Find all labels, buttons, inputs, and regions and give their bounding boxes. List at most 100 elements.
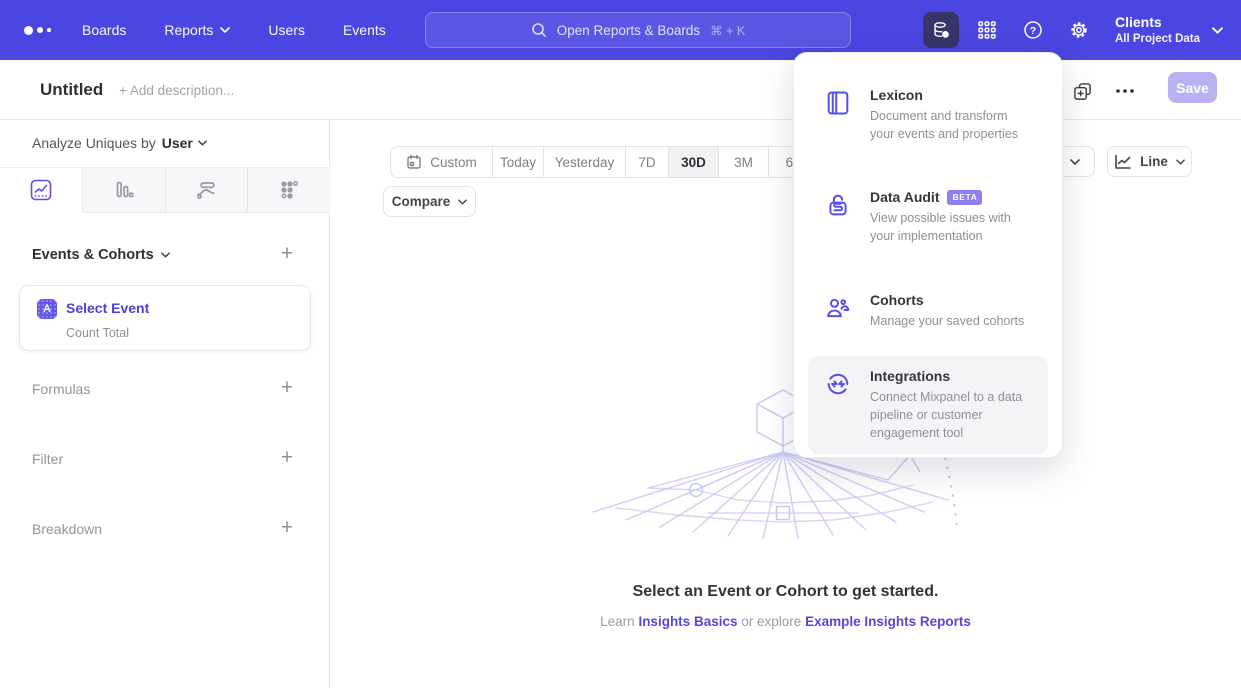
menu-item-data-audit[interactable]: Data Audit BETA View possible issues wit… — [808, 177, 1048, 257]
nav-boards[interactable]: Boards — [82, 22, 126, 38]
formulas-label: Formulas — [32, 381, 90, 397]
tab-bar-chart[interactable] — [83, 168, 166, 213]
database-gear-icon — [930, 19, 952, 41]
analyze-uniques-row: Analyze Uniques by User — [32, 135, 207, 151]
top-navigation: Boards Reports Users Events Open Reports… — [0, 0, 1241, 60]
line-chart-tab-icon — [30, 179, 52, 201]
analyze-entity-dropdown[interactable]: User — [162, 135, 207, 151]
project-switcher[interactable]: Clients All Project Data — [1115, 14, 1223, 46]
menu-item-integrations[interactable]: Integrations Connect Mixpanel to a data … — [808, 356, 1048, 454]
chart-type-dropdown[interactable]: Line — [1107, 146, 1192, 177]
learn-prefix: Learn — [600, 614, 635, 629]
range-today-label: Today — [500, 155, 536, 170]
apps-grid-button[interactable] — [969, 12, 1005, 48]
nav-users-label: Users — [268, 22, 305, 38]
chevron-down-icon — [198, 140, 207, 146]
range-today[interactable]: Today — [493, 147, 544, 177]
empty-state-subtitle: Learn Insights Basics or explore Example… — [330, 614, 1241, 629]
search-icon — [531, 22, 547, 38]
range-custom[interactable]: Custom — [391, 147, 493, 177]
range-3m[interactable]: 3M — [719, 147, 769, 177]
analyze-entity-value: User — [162, 135, 193, 151]
save-button[interactable]: Save — [1168, 72, 1217, 103]
search-placeholder: Open Reports & Boards — [557, 23, 700, 38]
duplicate-report-button[interactable] — [1072, 81, 1092, 101]
tab-metrics-grid[interactable] — [248, 168, 330, 213]
add-formula-button[interactable]: + — [276, 378, 298, 400]
org-name: Clients — [1115, 14, 1200, 32]
breakdown-label: Breakdown — [32, 521, 102, 537]
copy-plus-icon — [1073, 82, 1092, 101]
add-filter-button[interactable]: + — [276, 448, 298, 470]
nav-events-label: Events — [343, 22, 386, 38]
calendar-icon — [406, 154, 422, 170]
menu-item-desc: Document and transform your events and p… — [870, 107, 1032, 143]
nav-events[interactable]: Events — [343, 22, 386, 38]
chevron-down-icon — [161, 252, 170, 258]
data-audit-lock-icon — [824, 189, 854, 245]
chevron-down-icon — [458, 199, 467, 205]
chevron-down-icon — [1212, 27, 1223, 34]
menu-item-desc: View possible issues with your implement… — [870, 209, 1032, 245]
flow-tab-icon — [194, 179, 218, 201]
compare-dropdown[interactable]: Compare — [383, 186, 476, 217]
svg-text:?: ? — [1030, 25, 1036, 37]
lexicon-book-icon — [824, 87, 854, 143]
range-yesterday-label: Yesterday — [555, 155, 615, 170]
grid-dots-icon — [977, 20, 997, 40]
search-shortcut: ⌘ + K — [710, 23, 745, 38]
query-builder-sidebar: Analyze Uniques by User — [0, 120, 330, 688]
menu-item-desc: Manage your saved cohorts — [870, 312, 1024, 330]
more-options-button[interactable] — [1115, 81, 1135, 101]
chevron-down-icon — [1176, 159, 1185, 165]
beta-badge: BETA — [947, 190, 982, 205]
tab-flow[interactable] — [166, 168, 249, 213]
events-cohorts-label: Events & Cohorts — [32, 247, 154, 263]
data-management-button[interactable] — [923, 12, 959, 48]
nav-boards-label: Boards — [82, 22, 126, 38]
range-7d-label: 7D — [638, 155, 655, 170]
nav-reports[interactable]: Reports — [164, 22, 230, 38]
menu-item-desc: Connect Mixpanel to a data pipeline or c… — [870, 388, 1032, 442]
chevron-down-icon — [220, 27, 230, 33]
report-title[interactable]: Untitled — [40, 80, 103, 100]
global-search-input[interactable]: Open Reports & Boards ⌘ + K — [425, 12, 851, 48]
range-7d[interactable]: 7D — [626, 147, 669, 177]
events-cohorts-header[interactable]: Events & Cohorts — [32, 247, 170, 263]
chevron-down-icon — [1070, 159, 1080, 165]
help-button[interactable]: ? — [1015, 12, 1051, 48]
primary-nav: Boards Reports Users Events — [82, 22, 386, 38]
help-icon: ? — [1022, 19, 1044, 41]
bar-chart-tab-icon — [113, 179, 135, 201]
nav-right-group: ? Clients All Project Data — [923, 0, 1223, 60]
mixpanel-logo-icon[interactable] — [24, 26, 58, 35]
event-card[interactable]: A Select Event Count Total — [19, 285, 311, 351]
filter-label: Filter — [32, 451, 63, 467]
cohorts-people-icon — [824, 292, 854, 330]
report-description-input[interactable]: + Add description... — [119, 83, 234, 98]
nav-users[interactable]: Users — [268, 22, 305, 38]
menu-item-lexicon[interactable]: Lexicon Document and transform your even… — [808, 75, 1048, 155]
insights-basics-link[interactable]: Insights Basics — [638, 614, 737, 629]
explore-text: or explore — [741, 614, 801, 629]
settings-button[interactable] — [1061, 12, 1097, 48]
menu-item-title: Cohorts — [870, 292, 924, 308]
example-reports-link[interactable]: Example Insights Reports — [805, 614, 971, 629]
tab-insights-line[interactable] — [0, 168, 83, 213]
line-chart-icon — [1114, 154, 1132, 170]
chart-type-label: Line — [1140, 154, 1168, 169]
range-yesterday[interactable]: Yesterday — [544, 147, 626, 177]
report-canvas: Custom Today Yesterday 7D 30D 3M 6M Line… — [330, 120, 1241, 688]
event-series-badge: A — [37, 299, 57, 319]
range-custom-label: Custom — [430, 155, 477, 170]
date-range-control: Custom Today Yesterday 7D 30D 3M 6M — [390, 146, 822, 178]
gear-icon — [1068, 19, 1090, 41]
add-event-button[interactable]: + — [276, 244, 298, 266]
range-30d-label: 30D — [681, 155, 706, 170]
range-30d[interactable]: 30D — [669, 147, 719, 177]
add-breakdown-button[interactable]: + — [276, 518, 298, 540]
menu-item-title: Data Audit — [870, 189, 939, 205]
event-aggregation[interactable]: Count Total — [66, 326, 129, 340]
select-event-button[interactable]: Select Event — [66, 300, 149, 316]
menu-item-cohorts[interactable]: Cohorts Manage your saved cohorts — [808, 280, 1048, 342]
